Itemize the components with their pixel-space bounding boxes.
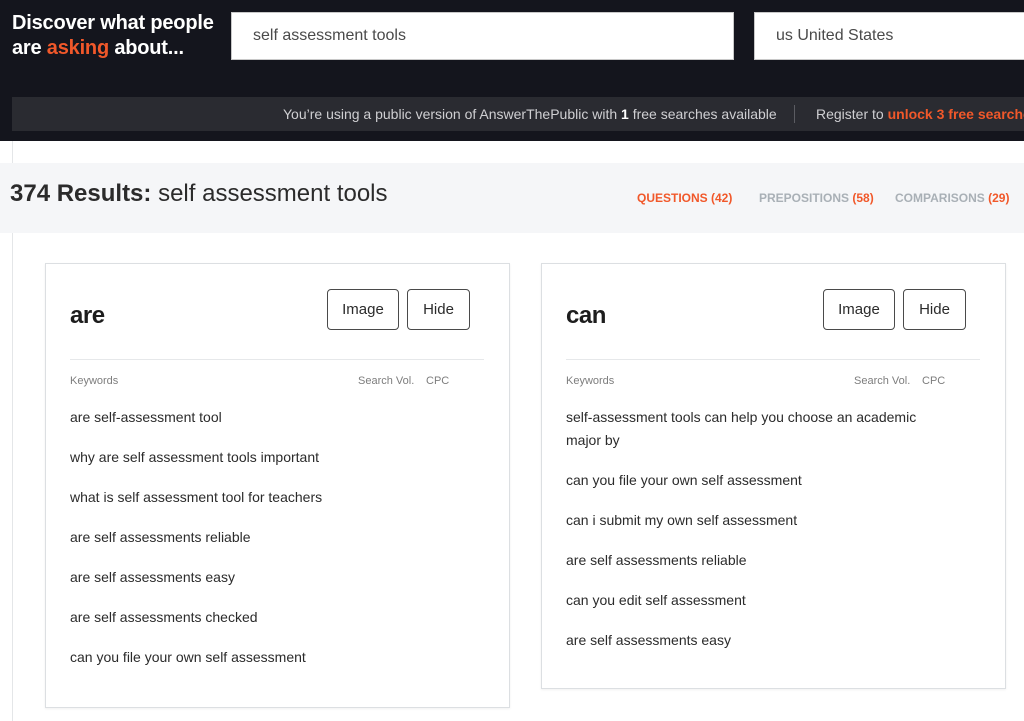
notice-text: You’re using a public version of AnswerT…: [283, 106, 622, 122]
tagline-accent: asking: [46, 37, 109, 59]
notice-public-version: You’re using a public version of AnswerT…: [283, 97, 777, 131]
keyword-item[interactable]: are self assessments reliable: [566, 549, 928, 572]
country-select[interactable]: us United States: [754, 12, 1024, 60]
tab-count: (58): [852, 191, 874, 205]
tagline-post: about...: [108, 37, 184, 59]
tab-prepositions[interactable]: PREPOSITIONS (58): [759, 191, 874, 205]
keyword-item[interactable]: can you file your own self assessment: [566, 469, 928, 492]
question-card-are: are Image Hide Keywords Search Vol. CPC …: [45, 263, 510, 708]
card-title: are: [70, 302, 105, 329]
keyword-item[interactable]: what is self assessment tool for teacher…: [70, 486, 440, 509]
keyword-list: self-assessment tools can help you choos…: [566, 406, 928, 669]
card-title: can: [566, 302, 606, 329]
notice-bar: You’re using a public version of AnswerT…: [12, 97, 1024, 131]
tagline: Discover what people are asking about...: [12, 11, 214, 61]
tagline-line1: Discover what people: [12, 12, 214, 34]
site-header: Discover what people are asking about...…: [0, 0, 1024, 141]
tab-comparisons[interactable]: COMPARISONS (29): [895, 191, 1009, 205]
register-prompt: Register to unlock 3 free searches: [816, 97, 1024, 131]
results-bar: 374 Results: self assessment tools QUEST…: [0, 163, 1024, 233]
tagline-line2: are asking about...: [12, 36, 214, 61]
register-text: Register to: [816, 106, 888, 122]
tab-label: QUESTIONS: [637, 191, 712, 205]
notice-text-end: free searches available: [628, 106, 777, 122]
keyword-item[interactable]: self-assessment tools can help you choos…: [566, 406, 928, 452]
keyword-item[interactable]: are self assessments reliable: [70, 526, 440, 549]
hide-button[interactable]: Hide: [903, 289, 966, 330]
tab-label: PREPOSITIONS: [759, 191, 853, 205]
column-header-keywords: Keywords: [566, 375, 615, 387]
column-header-search-volume: Search Vol.: [358, 375, 415, 387]
keyword-item[interactable]: are self assessments checked: [70, 606, 440, 629]
image-button[interactable]: Image: [327, 289, 399, 330]
column-header-cpc: CPC: [922, 375, 946, 387]
tab-questions[interactable]: QUESTIONS (42): [637, 191, 732, 205]
question-card-can: can Image Hide Keywords Search Vol. CPC …: [541, 263, 1006, 689]
results-query: self assessment tools: [158, 180, 388, 207]
keyword-item[interactable]: are self assessments easy: [70, 566, 440, 589]
tab-count: (42): [711, 191, 733, 205]
keyword-list: are self-assessment tool why are self as…: [70, 406, 440, 686]
keyword-item[interactable]: why are self assessment tools important: [70, 446, 440, 469]
column-header-search-volume: Search Vol.: [854, 375, 911, 387]
column-header-keywords: Keywords: [70, 375, 119, 387]
results-count: 374 Results:: [10, 180, 152, 207]
notice-divider: [794, 105, 795, 123]
keyword-item[interactable]: can you file your own self assessment: [70, 646, 440, 669]
keyword-item[interactable]: are self-assessment tool: [70, 406, 440, 429]
search-input[interactable]: [231, 12, 734, 60]
column-header-cpc: CPC: [426, 375, 450, 387]
results-title: 374 Results: self assessment tools: [10, 180, 388, 208]
card-divider: [70, 359, 484, 360]
keyword-item[interactable]: are self assessments easy: [566, 629, 928, 652]
tab-count: (29): [988, 191, 1010, 205]
tagline-pre: are: [12, 37, 47, 59]
keyword-item[interactable]: can you edit self assessment: [566, 589, 928, 612]
unlock-searches-link[interactable]: unlock 3 free searches: [888, 106, 1024, 122]
image-button[interactable]: Image: [823, 289, 895, 330]
keyword-item[interactable]: can i submit my own self assessment: [566, 509, 928, 532]
tab-label: COMPARISONS: [895, 191, 989, 205]
card-divider: [566, 359, 980, 360]
free-search-count: 1: [621, 106, 629, 122]
hide-button[interactable]: Hide: [407, 289, 470, 330]
